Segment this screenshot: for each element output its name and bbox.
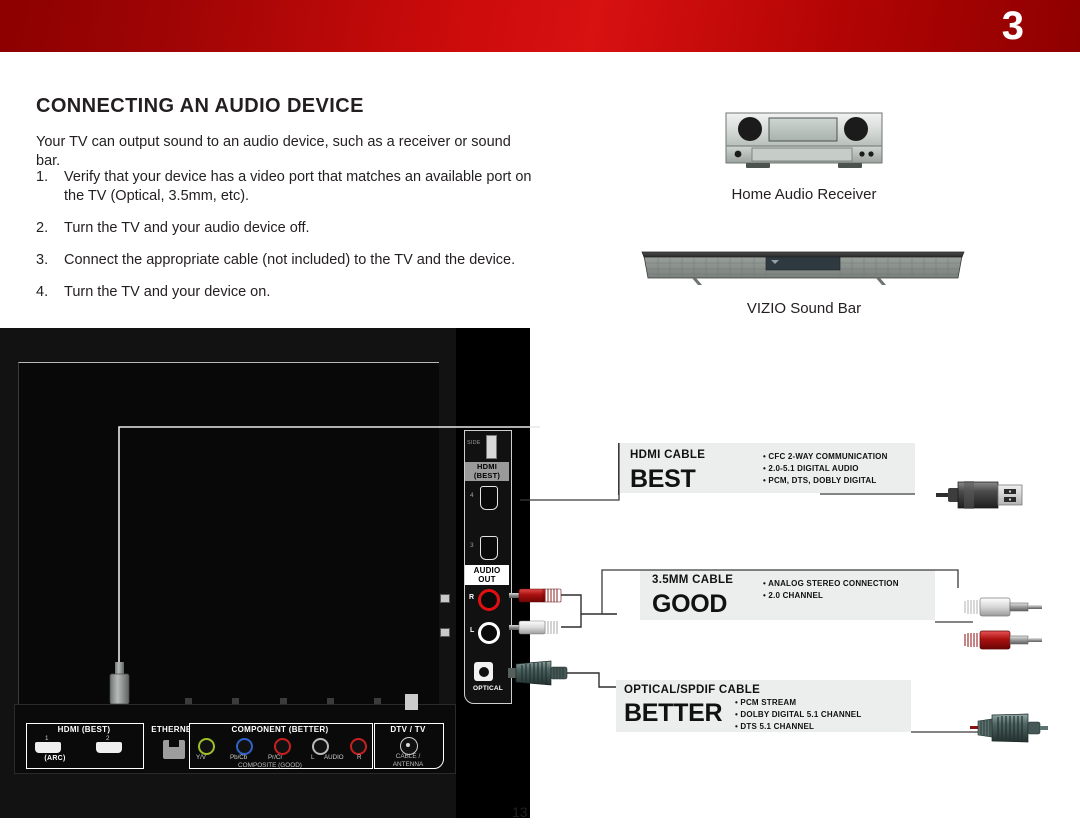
tv-screen: [18, 362, 439, 756]
bottom-hdmi-group-label: HDMI (BEST): [57, 725, 111, 734]
component-y-jack: [198, 738, 215, 755]
bottom-hdmi-1-port: [35, 742, 61, 753]
composite-label: COMPOSITE (GOOD): [238, 762, 302, 769]
hdmi-cable-rating: BEST: [630, 465, 696, 493]
page-title: CONNECTING AN AUDIO DEVICE: [36, 95, 364, 118]
list-item: 2. Turn the TV and your audio device off…: [36, 219, 536, 238]
optical-cable-title: OPTICAL/SPDIF CABLE: [624, 684, 761, 696]
side-rca-left-jack: [478, 622, 500, 644]
step-number: 1.: [36, 169, 49, 185]
panel-stud: [280, 698, 287, 704]
hdmi-bullet: • CFC 2-WAY COMMUNICATION: [763, 452, 888, 461]
hdmi-connector-illustration: [936, 474, 1026, 521]
side-optical-jack: [474, 662, 493, 681]
component-pr-label: Pr/Cr: [268, 754, 283, 761]
home-audio-receiver-illustration: [724, 112, 884, 168]
step-text: Turn the TV and your audio device off.: [64, 220, 310, 236]
list-item: 1. Verify that your device has a video p…: [36, 168, 536, 206]
side-optical-label: OPTICAL: [473, 685, 503, 692]
sd-card-slot-icon: [440, 594, 450, 603]
optical-bullet: • DOLBY DIGITAL 5.1 CHANNEL: [735, 710, 862, 719]
analog-bullet: • 2.0 CHANNEL: [763, 591, 824, 600]
audio-left-label: L: [311, 754, 315, 761]
bottom-dtv-group-label: DTV / TV: [390, 725, 426, 734]
optical-cable-rating: BETTER: [624, 699, 723, 727]
bottom-hdmi-2-port: [96, 742, 122, 753]
receiver-caption: Home Audio Receiver: [731, 186, 877, 203]
hdmi-cable-title: HDMI CABLE: [630, 449, 706, 461]
audio-out-line2: OUT: [478, 575, 496, 585]
side-usb-label: SIDE: [467, 440, 481, 446]
rca-connector-illustration: [963, 596, 1053, 661]
step-text: Verify that your device has a video port…: [64, 169, 532, 204]
audio-left-jack: [312, 738, 329, 755]
audio-out-line1: AUDIO: [473, 566, 501, 575]
component-y-label: Y/V: [196, 754, 206, 761]
soundbar-caption: VIZIO Sound Bar: [746, 300, 862, 317]
panel-stud: [232, 698, 239, 704]
side-hdmi-group-label: HDMI (BEST): [465, 462, 509, 481]
bottom-hdmi-arc-label: (ARC): [44, 755, 66, 762]
header-band: 3: [0, 0, 1080, 52]
ethernet-port-icon: [163, 740, 185, 759]
component-pb-jack: [236, 738, 253, 755]
sd-card-slot-icon: [440, 628, 450, 637]
page-number: 13: [512, 804, 528, 820]
vizio-sound-bar-illustration: [640, 248, 966, 286]
optical-plug-left: [507, 656, 627, 701]
optical-bullet: • PCM STREAM: [735, 698, 797, 707]
step-text: Connect the appropriate cable (not inclu…: [64, 252, 516, 268]
bottom-component-group-label: COMPONENT (BETTER): [231, 725, 329, 734]
component-pr-jack: [274, 738, 291, 755]
audio-right-label: R: [357, 754, 362, 761]
coax-threaded-stud: [405, 694, 418, 710]
list-item: 3. Connect the appropriate cable (not in…: [36, 251, 536, 270]
step-number: 3.: [36, 252, 49, 268]
hdmi-bullet: • PCM, DTS, DOBLY DIGITAL: [763, 476, 877, 485]
steps-list: 1. Verify that your device has a video p…: [36, 168, 536, 315]
bottom-hdmi-1-number: 1: [45, 735, 49, 742]
side-hdmi-3-number: 3: [470, 542, 474, 549]
analog-cable-rating: GOOD: [652, 590, 728, 618]
hdmi-bullet: • 2.0-5.1 DIGITAL AUDIO: [763, 464, 859, 473]
chapter-number: 3: [1001, 4, 1024, 48]
side-rca-right-jack: [478, 589, 500, 611]
side-rca-right-label: R: [469, 594, 475, 601]
side-hdmi-4-port: [480, 486, 498, 510]
analog-cable-title: 3.5MM CABLE: [652, 574, 734, 586]
bottom-hdmi-2-number: 2: [106, 735, 110, 742]
rca-cable-left-pair: [509, 586, 617, 653]
optical-connector-illustration: [970, 708, 1050, 753]
component-pb-label: Pb/Cb: [230, 754, 248, 761]
side-rca-left-label: L: [470, 627, 475, 634]
step-number: 2.: [36, 220, 49, 236]
side-hdmi-4-number: 4: [470, 492, 474, 499]
audio-right-jack: [350, 738, 367, 755]
usb-port-icon: [486, 435, 497, 459]
side-hdmi-label-line2: (BEST): [473, 470, 501, 480]
list-item: 4. Turn the TV and your device on.: [36, 283, 536, 302]
panel-stud: [185, 698, 192, 704]
panel-stud: [374, 698, 381, 704]
analog-bullet: • ANALOG STEREO CONNECTION: [763, 579, 899, 588]
intro-paragraph: Your TV can output sound to an audio dev…: [36, 133, 511, 169]
optical-bullet: • DTS 5.1 CHANNEL: [735, 722, 815, 731]
audio-mid-label: AUDIO: [324, 754, 344, 761]
step-number: 4.: [36, 284, 49, 300]
panel-stud: [327, 698, 334, 704]
cable-antenna-label-2: ANTENNA: [392, 761, 424, 768]
cable-antenna-label-1: CABLE /: [395, 753, 421, 760]
side-audio-out-label: AUDIO OUT: [465, 565, 509, 585]
step-text: Turn the TV and your device on.: [64, 284, 271, 300]
side-hdmi-3-port: [480, 536, 498, 560]
